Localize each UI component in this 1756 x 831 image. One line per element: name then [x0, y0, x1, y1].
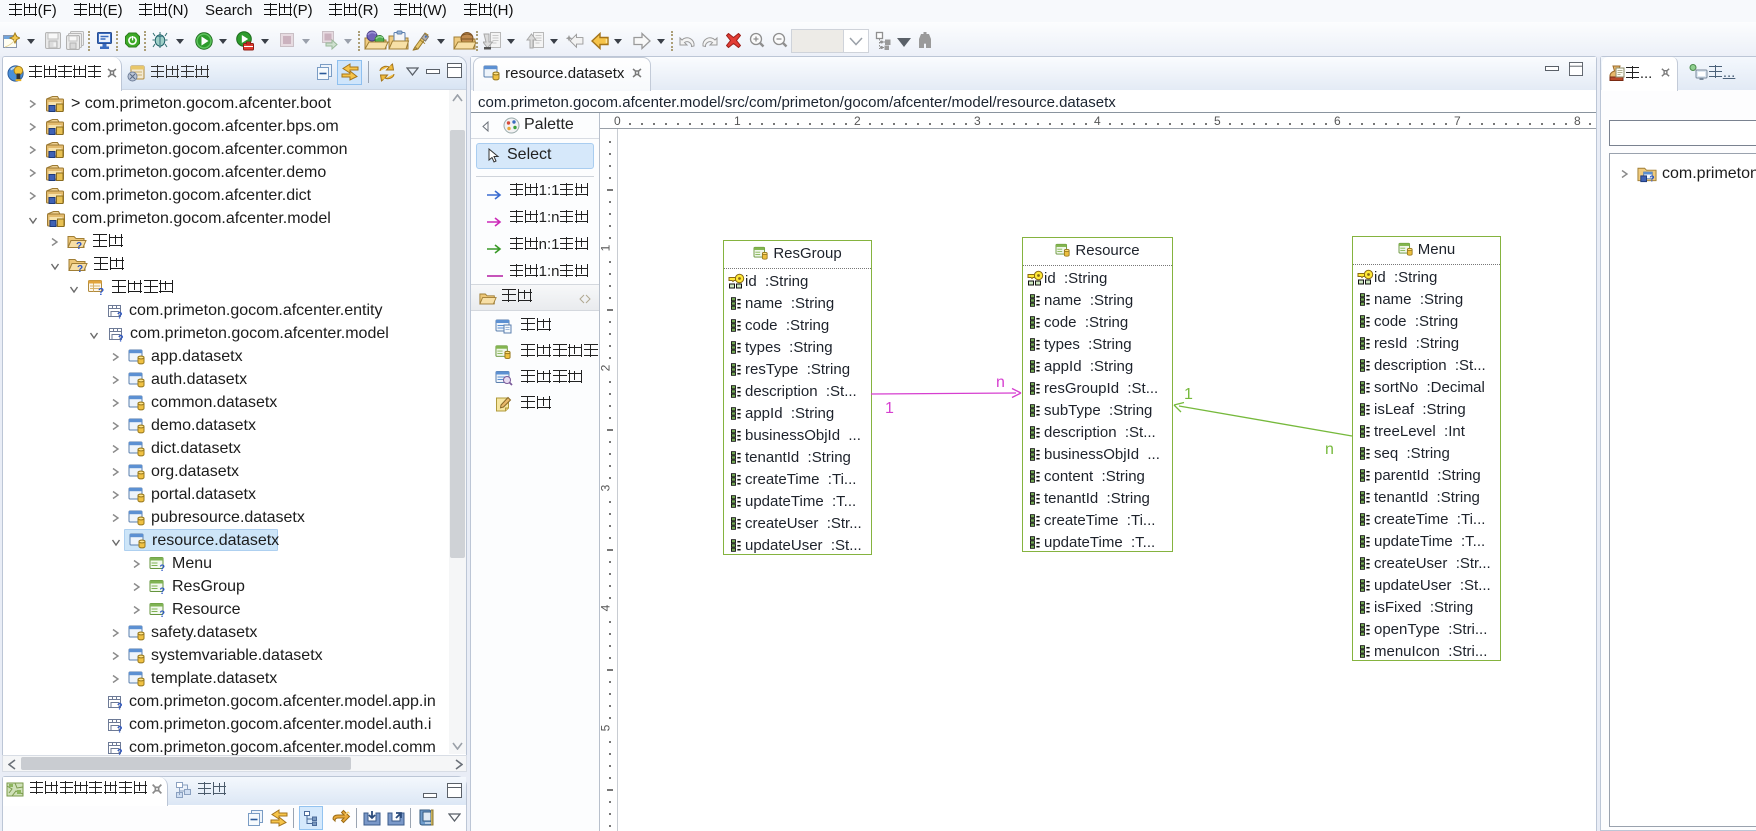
- svg-text:?: ?: [1649, 173, 1654, 182]
- svg-text:1: 1: [1184, 386, 1193, 403]
- svg-text:?: ?: [77, 264, 83, 273]
- svg-text:?: ?: [98, 287, 104, 296]
- svg-text:n: n: [996, 374, 1005, 391]
- svg-text:1: 1: [885, 400, 894, 417]
- svg-text:?: ?: [76, 241, 82, 250]
- svg-text:n: n: [1325, 441, 1334, 458]
